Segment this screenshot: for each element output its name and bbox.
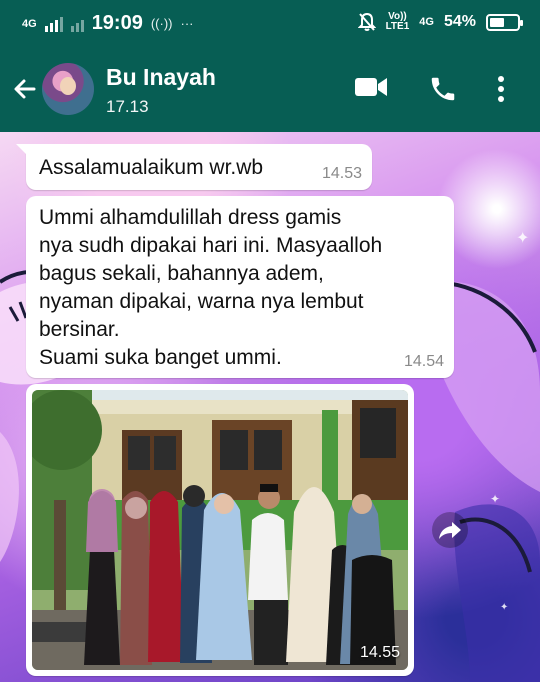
battery-icon bbox=[486, 13, 523, 31]
status-right: Vo)) LTE1 4G 54% bbox=[357, 12, 523, 32]
contact-info[interactable]: Bu Inayah 17.13 bbox=[106, 64, 216, 117]
volte-bottom-label: LTE1 bbox=[385, 21, 410, 32]
group-photo[interactable] bbox=[32, 390, 408, 670]
overflow-menu-icon[interactable] bbox=[496, 74, 506, 104]
group-photo-illustration bbox=[32, 390, 408, 670]
message-bubble[interactable]: Ummi alhamdulillah dress gamis nya sudh … bbox=[26, 196, 454, 378]
volte-indicator: Vo)) LTE1 bbox=[386, 12, 410, 32]
contact-avatar[interactable] bbox=[42, 63, 94, 115]
last-seen: 17.13 bbox=[106, 97, 149, 116]
forward-button[interactable] bbox=[432, 512, 468, 548]
network-type-label: 4G bbox=[22, 17, 37, 30]
hotspot-icon: ((·)) bbox=[150, 16, 173, 31]
signal-icon bbox=[44, 16, 63, 32]
message-bubble[interactable]: Assalamualaikum wr.wb 14.53 bbox=[16, 144, 372, 190]
chat-header: Bu Inayah 17.13 bbox=[0, 46, 540, 132]
status-bar: 4G 19:09 ((·)) ··· Vo)) LTE1 4G 54% bbox=[0, 0, 540, 46]
phone-call-icon[interactable] bbox=[428, 74, 458, 104]
contact-name: Bu Inayah bbox=[106, 64, 216, 90]
sparkle-decoration: ✦ bbox=[490, 492, 501, 506]
mute-bell-icon bbox=[357, 12, 376, 31]
network-type-label-right: 4G bbox=[419, 16, 434, 28]
battery-percent: 54% bbox=[443, 13, 476, 30]
battery-fill bbox=[490, 17, 505, 27]
chat-area[interactable]: ✦ ✦ ✦ Assalamualaikum wr.wb 14.53 Ummi a… bbox=[0, 132, 540, 682]
message-text: Ummi alhamdulillah dress gamis nya sudh … bbox=[39, 206, 383, 369]
clock-time: 19:09 bbox=[91, 12, 143, 34]
image-message-bubble[interactable]: 14.55 bbox=[26, 384, 414, 676]
message-time: 14.53 bbox=[321, 165, 362, 182]
second-signal-icon bbox=[70, 16, 84, 32]
video-call-icon[interactable] bbox=[354, 74, 388, 100]
avatar-face bbox=[60, 77, 76, 95]
more-dots-icon: ··· bbox=[180, 16, 194, 31]
status-left: 4G 19:09 ((·)) ··· bbox=[22, 12, 194, 35]
back-arrow-icon[interactable] bbox=[12, 76, 38, 102]
forward-icon bbox=[439, 522, 461, 539]
message-time: 14.54 bbox=[403, 353, 444, 370]
message-text: Assalamualaikum wr.wb bbox=[39, 156, 264, 179]
sparkle-decoration: ✦ bbox=[500, 602, 509, 613]
sparkle-decoration: ✦ bbox=[516, 230, 530, 247]
message-time: 14.55 bbox=[359, 644, 400, 661]
